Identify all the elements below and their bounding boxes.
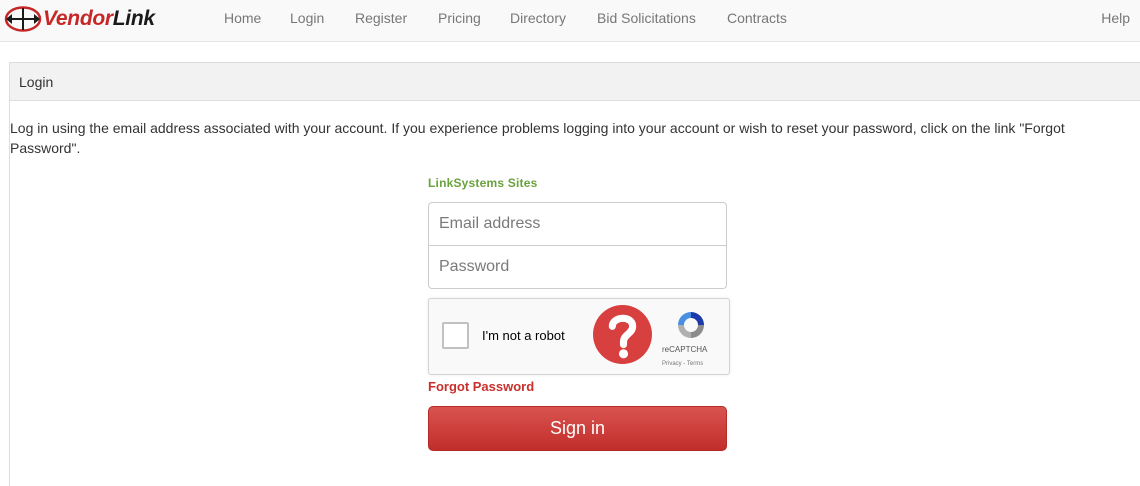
forgot-password-link[interactable]: Forgot Password	[428, 379, 534, 394]
nav-pricing[interactable]: Pricing	[438, 10, 481, 26]
recaptcha-label: I'm not a robot	[482, 328, 565, 343]
recaptcha-logo-icon	[678, 312, 704, 338]
brand-name-vendor: Vendor	[43, 7, 113, 30]
nav-help[interactable]: Help	[1101, 10, 1130, 26]
globe-arrows-icon	[4, 6, 42, 32]
recaptcha-privacy-terms[interactable]: Privacy - Terms	[662, 361, 703, 367]
sites-label: LinkSystems Sites	[428, 176, 538, 190]
brand-name-link: Link	[112, 7, 155, 30]
nav-login[interactable]: Login	[290, 10, 324, 26]
sign-in-button[interactable]: Sign in	[428, 406, 727, 451]
panel-title: Login	[10, 63, 1140, 101]
nav-bid-solicitations[interactable]: Bid Solicitations	[597, 10, 696, 26]
nav-directory[interactable]: Directory	[510, 10, 566, 26]
recaptcha-brand: reCAPTCHA	[662, 345, 708, 354]
brand-logo-link[interactable]: VendorLink	[4, 6, 155, 32]
password-field[interactable]	[428, 245, 727, 289]
login-panel: Login Log in using the email address ass…	[9, 62, 1140, 486]
nav-contracts[interactable]: Contracts	[727, 10, 787, 26]
recaptcha-checkbox[interactable]	[442, 322, 469, 349]
nav-register[interactable]: Register	[355, 10, 407, 26]
question-mark-icon	[593, 305, 652, 364]
recaptcha-widget: I'm not a robot reCAPTCHA Privacy - Term…	[428, 298, 730, 375]
brand-name: VendorLink	[43, 7, 155, 31]
email-field[interactable]	[428, 202, 727, 246]
top-navbar: VendorLink Home Login Register Pricing D…	[0, 0, 1140, 42]
nav-home[interactable]: Home	[224, 10, 261, 26]
login-instructions: Log in using the email address associate…	[10, 120, 1065, 156]
